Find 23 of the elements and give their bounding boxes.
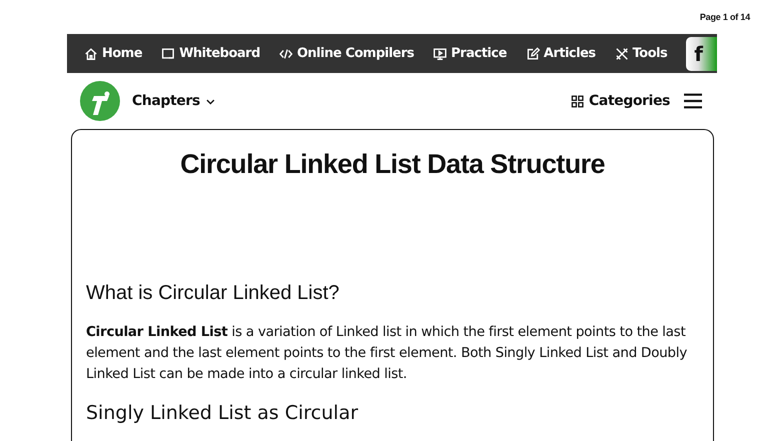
edit-icon [526,46,540,60]
monitor-icon [433,46,448,60]
home-icon [84,46,98,60]
facebook-button[interactable]: f [686,36,717,70]
grid-icon [570,94,584,108]
menu-icon [682,92,704,110]
nav-link[interactable]: Tools [614,46,668,61]
nav-link[interactable]: Practice [433,46,507,61]
categories-link[interactable]: Categories [570,93,670,109]
page-number: Page 1 of 14 [700,12,750,22]
tools-icon [614,46,629,60]
whiteboard-icon [161,46,176,60]
paragraph: Circular Linked List is a variation of Linked list in which the first element points to the last element and the last element points to the first element. Both Singly Linked List and Doubly Linked List can be made into a circular linked list. [86,323,688,384]
nav-link[interactable]: Articles [526,46,596,61]
section-heading: What is Circular Linked List? [86,282,340,305]
subsection-heading: Singly Linked List as Circular [86,402,360,424]
chapters-menu[interactable]: Chapters [132,93,216,109]
nav-link[interactable]: Online Compilers [279,46,414,61]
logo-icon [80,81,120,121]
nav-link[interactable]: Home [84,46,142,61]
code-icon [279,46,293,60]
article-title: Circular Linked List Data Structure [179,149,606,180]
nav-link[interactable]: Whiteboard [161,46,260,61]
